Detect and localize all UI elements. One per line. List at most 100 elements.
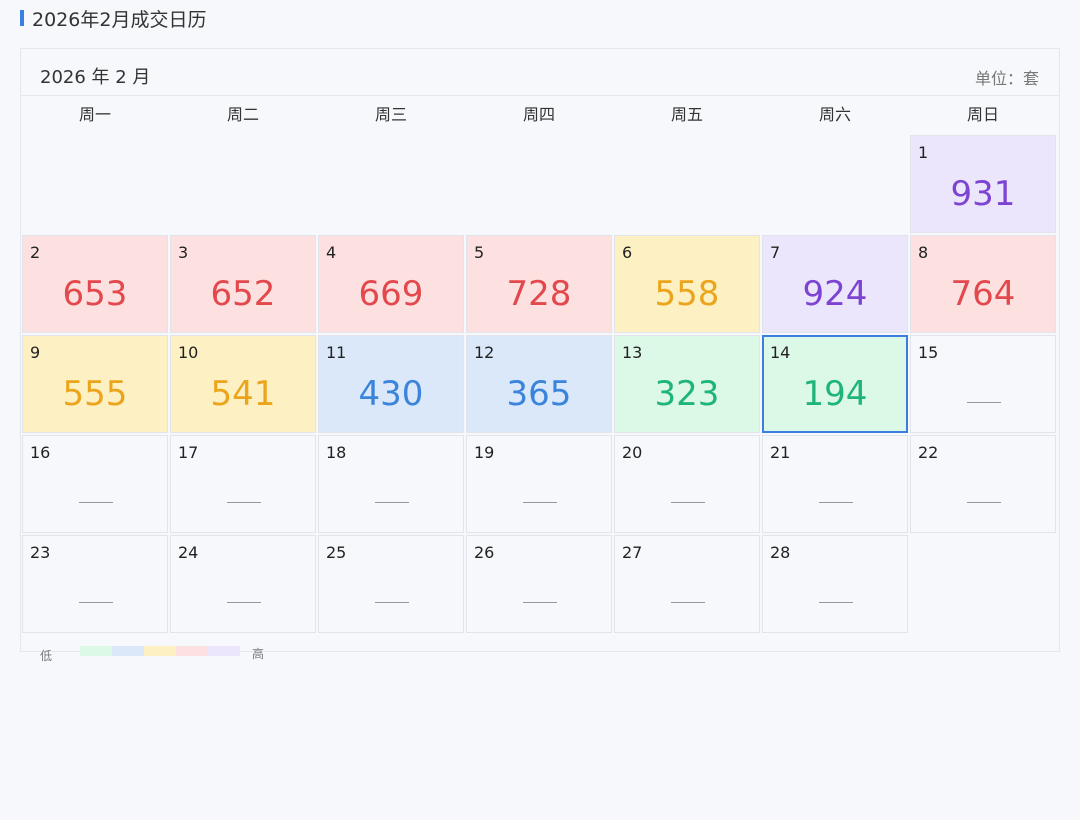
day-number: 16	[30, 443, 51, 462]
day-number: 11	[326, 343, 347, 362]
day-cell-7[interactable]: 7 924	[762, 235, 908, 333]
day-value: 323	[654, 374, 720, 414]
month-label: 2026 年 2 月	[40, 67, 151, 88]
page-title: 2026年2月成交日历	[32, 8, 207, 31]
day-number: 15	[918, 343, 939, 362]
no-data-dash	[523, 602, 557, 603]
day-value: 555	[62, 374, 128, 414]
day-number: 14	[770, 343, 791, 362]
day-number: 12	[474, 343, 495, 362]
day-cell-16[interactable]: 16	[22, 435, 168, 533]
title-accent-bar	[20, 10, 24, 26]
no-data-dash	[79, 502, 113, 503]
day-cell-24[interactable]: 24	[170, 535, 316, 633]
day-number: 3	[178, 243, 189, 262]
day-number: 9	[30, 343, 41, 362]
day-cell-15[interactable]: 15	[910, 335, 1056, 433]
page-header: 2026年2月成交日历	[20, 6, 207, 31]
weekday-label: 周五	[670, 105, 703, 124]
no-data-dash	[375, 602, 409, 603]
day-number: 23	[30, 543, 51, 562]
day-number: 24	[178, 543, 199, 562]
legend-swatch-green	[80, 646, 112, 656]
day-value: 365	[506, 374, 572, 414]
day-number: 18	[326, 443, 347, 462]
day-number: 13	[622, 343, 643, 362]
day-value: 764	[950, 274, 1016, 314]
day-value: 653	[62, 274, 128, 314]
unit-label: 单位：套	[974, 69, 1039, 88]
day-cell-25[interactable]: 25	[318, 535, 464, 633]
weekday-label: 周日	[966, 105, 999, 124]
day-cell-20[interactable]: 20	[614, 435, 760, 533]
day-cell-6[interactable]: 6 558	[614, 235, 760, 333]
color-legend: 低 高	[40, 644, 300, 664]
day-cell-19[interactable]: 19	[466, 435, 612, 533]
day-cell-26[interactable]: 26	[466, 535, 612, 633]
day-number: 17	[178, 443, 199, 462]
legend-swatches	[80, 646, 240, 656]
day-cell-23[interactable]: 23	[22, 535, 168, 633]
weekday-label: 周三	[374, 105, 407, 124]
legend-swatch-yellow	[144, 646, 176, 656]
day-number: 8	[918, 243, 929, 262]
day-cell-3[interactable]: 3 652	[170, 235, 316, 333]
weekday-label: 周六	[818, 105, 851, 124]
day-number: 5	[474, 243, 485, 262]
day-number: 1	[918, 143, 929, 162]
weekday-header-row: 周一 周二 周三 周四 周五 周六 周日	[21, 96, 1061, 134]
day-cell-22[interactable]: 22	[910, 435, 1056, 533]
day-number: 2	[30, 243, 41, 262]
day-cell-12[interactable]: 12 365	[466, 335, 612, 433]
day-number: 4	[326, 243, 337, 262]
day-cell-9[interactable]: 9 555	[22, 335, 168, 433]
day-number: 28	[770, 543, 791, 562]
day-cell-8[interactable]: 8 764	[910, 235, 1056, 333]
calendar-header: 2026 年 2 月 单位：套	[21, 49, 1059, 96]
legend-swatch-purple	[208, 646, 240, 656]
day-value: 931	[950, 174, 1016, 214]
day-value: 669	[358, 274, 424, 314]
day-value: 558	[654, 274, 720, 314]
no-data-dash	[671, 602, 705, 603]
day-number: 26	[474, 543, 495, 562]
day-cell-10[interactable]: 10 541	[170, 335, 316, 433]
weekday-label: 周二	[226, 105, 259, 124]
legend-high-label: 高	[252, 647, 265, 661]
calendar-panel: 2026 年 2 月 单位：套 周一 周二 周三 周四 周五 周六 周日 1 93…	[20, 48, 1060, 652]
day-value: 652	[210, 274, 276, 314]
day-cell-27[interactable]: 27	[614, 535, 760, 633]
day-cell-2[interactable]: 2 653	[22, 235, 168, 333]
no-data-dash	[227, 502, 261, 503]
day-cell-13[interactable]: 13 323	[614, 335, 760, 433]
day-number: 25	[326, 543, 347, 562]
no-data-dash	[819, 602, 853, 603]
day-cell-17[interactable]: 17	[170, 435, 316, 533]
day-value: 194	[802, 374, 868, 414]
day-cell-28[interactable]: 28	[762, 535, 908, 633]
day-cell-5[interactable]: 5 728	[466, 235, 612, 333]
day-value: 728	[506, 274, 572, 314]
day-value: 924	[802, 274, 868, 314]
day-cell-14[interactable]: 14 194	[762, 335, 908, 433]
day-cell-1[interactable]: 1 931	[910, 135, 1056, 233]
day-cell-11[interactable]: 11 430	[318, 335, 464, 433]
no-data-dash	[227, 602, 261, 603]
no-data-dash	[819, 502, 853, 503]
no-data-dash	[375, 502, 409, 503]
day-cell-18[interactable]: 18	[318, 435, 464, 533]
no-data-dash	[967, 402, 1001, 403]
day-number: 20	[622, 443, 643, 462]
no-data-dash	[523, 502, 557, 503]
day-number: 21	[770, 443, 791, 462]
day-number: 10	[178, 343, 199, 362]
no-data-dash	[671, 502, 705, 503]
day-cell-4[interactable]: 4 669	[318, 235, 464, 333]
day-cell-21[interactable]: 21	[762, 435, 908, 533]
day-number: 19	[474, 443, 495, 462]
day-number: 22	[918, 443, 939, 462]
day-value: 541	[210, 374, 276, 414]
calendar-grid: 1 931 2 653 3 652 4 669 5 728 6 558 7 924 8 764 9 555 10 54…	[21, 135, 1061, 635]
no-data-dash	[967, 502, 1001, 503]
weekday-label: 周一	[78, 105, 111, 124]
